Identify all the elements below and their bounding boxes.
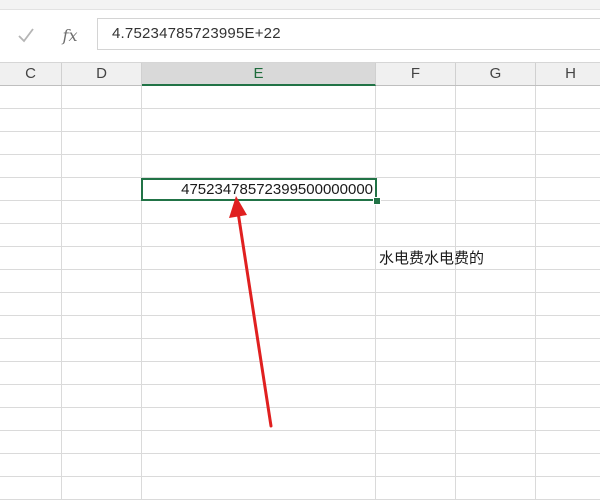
worksheet-grid[interactable] (0, 86, 600, 500)
column-header-f[interactable]: F (376, 63, 456, 85)
column-header-h[interactable]: H (536, 63, 600, 85)
gridline-horizontal (0, 269, 600, 270)
gridline-horizontal (0, 430, 600, 431)
column-header-e[interactable]: E (142, 63, 376, 86)
insert-function-button[interactable]: fx (58, 24, 82, 46)
gridline-horizontal (0, 223, 600, 224)
gridline-horizontal (0, 407, 600, 408)
column-header-c[interactable]: C (0, 63, 62, 85)
gridline-vertical (375, 86, 376, 500)
formula-input[interactable]: 4.75234785723995E+22 (97, 18, 600, 50)
cell-f-text[interactable]: 水电费水电费的 (379, 249, 484, 269)
formula-bar: fx 4.75234785723995E+22 (0, 0, 600, 62)
gridline-vertical (535, 86, 536, 500)
gridline-vertical (455, 86, 456, 500)
gridline-horizontal (0, 361, 600, 362)
active-cell-e[interactable]: 47523478572399500000000 (141, 178, 377, 201)
column-header-d[interactable]: D (62, 63, 142, 85)
gridline-horizontal (0, 476, 600, 477)
checkmark-icon-svg (18, 28, 34, 43)
gridline-horizontal (0, 292, 600, 293)
gridline-horizontal (0, 338, 600, 339)
fill-handle[interactable] (373, 197, 381, 205)
gridline-horizontal (0, 315, 600, 316)
gridline-horizontal (0, 246, 600, 247)
column-header-row: C D E F G H (0, 62, 600, 86)
gridline-vertical (61, 86, 62, 500)
gridline-horizontal (0, 384, 600, 385)
cell-e-value: 47523478572399500000000 (181, 181, 373, 198)
gridline-horizontal (0, 154, 600, 155)
column-header-g[interactable]: G (456, 63, 536, 85)
gridline-horizontal (0, 453, 600, 454)
ribbon-edge (0, 0, 600, 10)
gridline-horizontal (0, 131, 600, 132)
checkmark-icon[interactable] (14, 24, 38, 46)
gridline-vertical (141, 86, 142, 500)
fx-label: fx (62, 25, 78, 45)
gridline-horizontal (0, 108, 600, 109)
